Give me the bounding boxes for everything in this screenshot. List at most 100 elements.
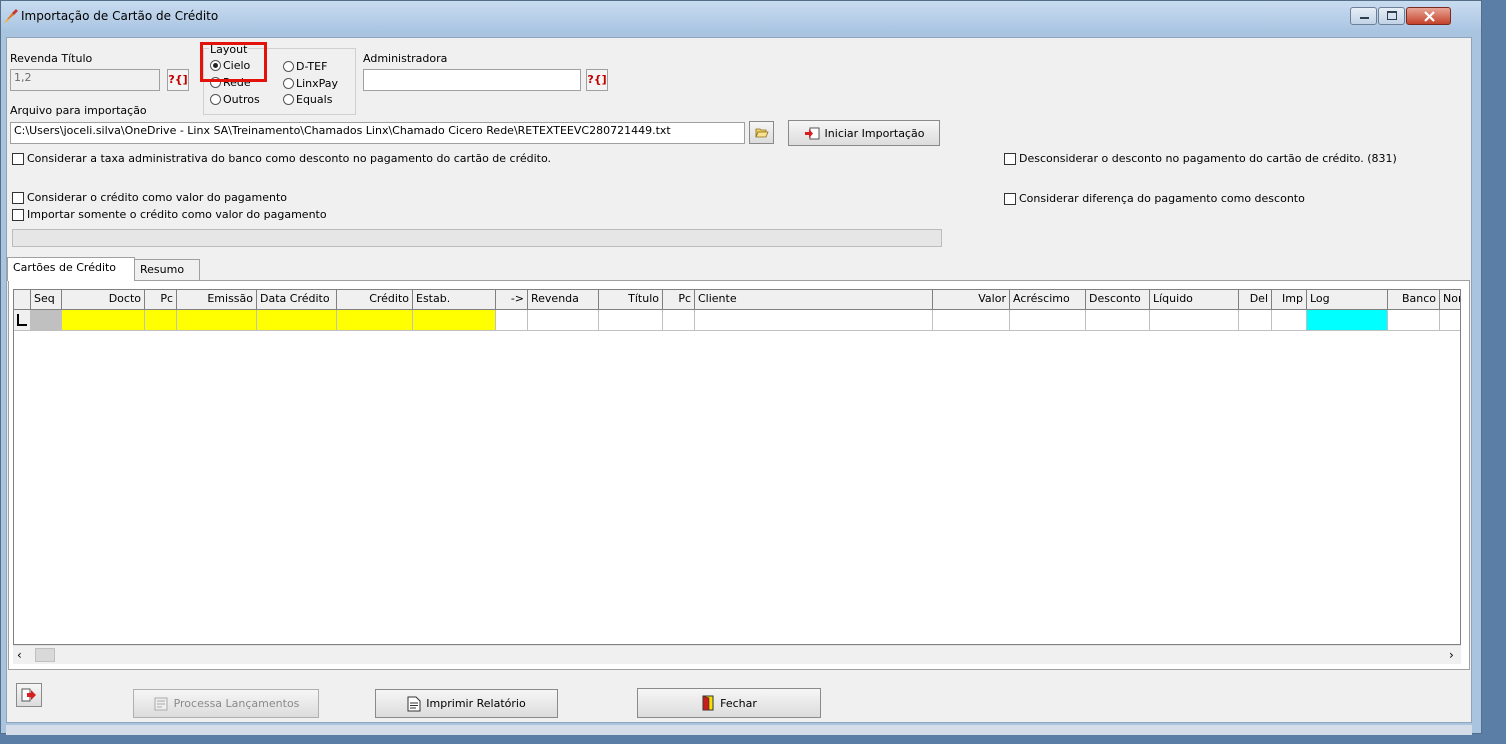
app-icon [4,9,18,23]
column-header[interactable]: Cliente [695,290,933,310]
grid-cell[interactable] [1010,310,1086,331]
column-header[interactable]: Docto [62,290,145,310]
column-header[interactable]: Título [599,290,663,310]
import-icon [804,127,820,140]
grid-cell[interactable] [528,310,599,331]
desconsiderar-desconto-checkbox[interactable]: Desconsiderar o desconto no pagamento do… [1004,152,1397,165]
grid-cell[interactable] [1272,310,1307,331]
grid-cell[interactable] [1239,310,1272,331]
tab-panel: Seq Docto Pc Emissão Data Crédito Crédit… [8,280,1470,670]
grid-cell[interactable] [1150,310,1239,331]
column-header[interactable]: Del [1239,290,1272,310]
credito-valor-checkbox[interactable]: Considerar o crédito como valor do pagam… [12,191,287,204]
process-icon [154,697,168,710]
column-header[interactable]: Log [1307,290,1388,310]
folder-open-icon [754,128,769,137]
title-bar[interactable]: Importação de Cartão de Crédito [1,1,1481,31]
fechar-button[interactable]: Fechar [637,688,821,718]
column-header[interactable]: Estab. [413,290,496,310]
close-icon [1424,11,1435,22]
checkbox-icon [1004,152,1016,165]
column-header[interactable]: Emissão [177,290,257,310]
grid-cell[interactable] [337,310,413,331]
maximize-icon [1387,11,1397,20]
grid-cell[interactable] [177,310,257,331]
browse-file-button[interactable] [749,121,774,144]
tab-cartoes-credito[interactable]: Cartões de Crédito [7,257,135,281]
column-header[interactable]: Banco [1388,290,1440,310]
column-header[interactable]: -> [496,290,528,310]
grid-header: Seq Docto Pc Emissão Data Crédito Crédit… [14,290,1460,310]
grid-cell[interactable] [695,310,933,331]
row-indicator[interactable] [14,310,31,331]
grid-cell[interactable] [1440,310,1460,331]
grid-cell[interactable] [496,310,528,331]
grid-cell[interactable] [145,310,177,331]
grid-cell[interactable] [257,310,337,331]
column-header[interactable]: Seq [31,290,62,310]
layout-radio-dtef[interactable]: D-TEF [283,60,327,73]
revenda-titulo-label: Revenda Título [10,52,93,65]
processa-lancamentos-button[interactable]: Processa Lançamentos [133,689,319,718]
grid-cell[interactable] [413,310,496,331]
column-header[interactable]: Revenda [528,290,599,310]
column-header[interactable]: Desconto [1086,290,1150,310]
exit-door-icon [702,695,714,711]
somente-credito-checkbox[interactable]: Importar somente o crédito como valor do… [12,208,327,221]
horizontal-scrollbar[interactable]: ‹ › [13,645,1461,664]
tab-resumo[interactable]: Resumo [134,259,200,281]
checkbox-icon [1004,192,1016,205]
column-header[interactable]: Acréscimo [1010,290,1086,310]
minimize-button[interactable] [1350,7,1377,25]
scroll-left-icon[interactable]: ‹ [17,648,22,662]
column-header[interactable]: Líquido [1150,290,1239,310]
revenda-titulo-input[interactable]: 1,2 [10,69,160,91]
grid-cell[interactable] [1307,310,1388,331]
row-indicator-header [14,290,31,310]
iniciar-importacao-button[interactable]: Iniciar Importação [788,120,940,146]
grid-cell[interactable] [1086,310,1150,331]
layout-radio-linxpay[interactable]: LinxPay [283,77,338,90]
window-title: Importação de Cartão de Crédito [21,9,219,23]
client-area: Revenda Título 1,2 ?{] Layout Cielo Rede… [6,37,1472,723]
diferenca-desconto-checkbox[interactable]: Considerar diferença do pagamento como d… [1004,192,1305,205]
grid-cell[interactable] [31,310,62,331]
column-header[interactable]: Imp [1272,290,1307,310]
administradora-label: Administradora [363,52,448,65]
minimize-icon [1360,17,1369,19]
checkbox-icon [12,191,24,204]
administradora-lookup-button[interactable]: ?{] [586,69,608,91]
taxa-adm-checkbox[interactable]: Considerar a taxa administrativa do banc… [12,152,551,165]
column-header[interactable]: Data Crédito [257,290,337,310]
grid-cell[interactable] [1388,310,1440,331]
radio-icon [210,94,221,105]
scroll-right-icon[interactable]: › [1449,648,1454,662]
import-progress-bar [12,229,942,247]
imprimir-relatorio-button[interactable]: Imprimir Relatório [375,689,558,718]
layout-radio-equals[interactable]: Equals [283,93,332,106]
layout-radio-outros[interactable]: Outros [210,93,260,106]
column-header[interactable]: Valor [933,290,1010,310]
revenda-lookup-button[interactable]: ?{] [167,69,189,91]
administradora-input[interactable] [363,69,581,91]
scroll-thumb[interactable] [35,648,55,662]
arquivo-input[interactable]: C:\Users\joceli.silva\OneDrive - Linx SA… [10,122,745,144]
column-header[interactable]: Crédito [337,290,413,310]
grid-cell[interactable] [933,310,1010,331]
grid-cell[interactable] [62,310,145,331]
maximize-button[interactable] [1378,7,1405,25]
close-window-button[interactable] [1406,7,1451,25]
grid-cell[interactable] [599,310,663,331]
credit-card-grid[interactable]: Seq Docto Pc Emissão Data Crédito Crédit… [13,289,1461,645]
column-header[interactable]: Nom [1440,290,1460,310]
grid-cell[interactable] [663,310,695,331]
radio-icon [283,78,294,89]
column-header[interactable]: Pc [663,290,695,310]
checkbox-icon [12,208,24,221]
export-button[interactable] [16,683,42,707]
document-icon [407,696,421,711]
layout-cielo-annotation-box [200,42,267,82]
column-header[interactable]: Pc [145,290,177,310]
radio-icon [283,61,294,72]
main-window: Importação de Cartão de Crédito Revenda … [0,0,1482,735]
